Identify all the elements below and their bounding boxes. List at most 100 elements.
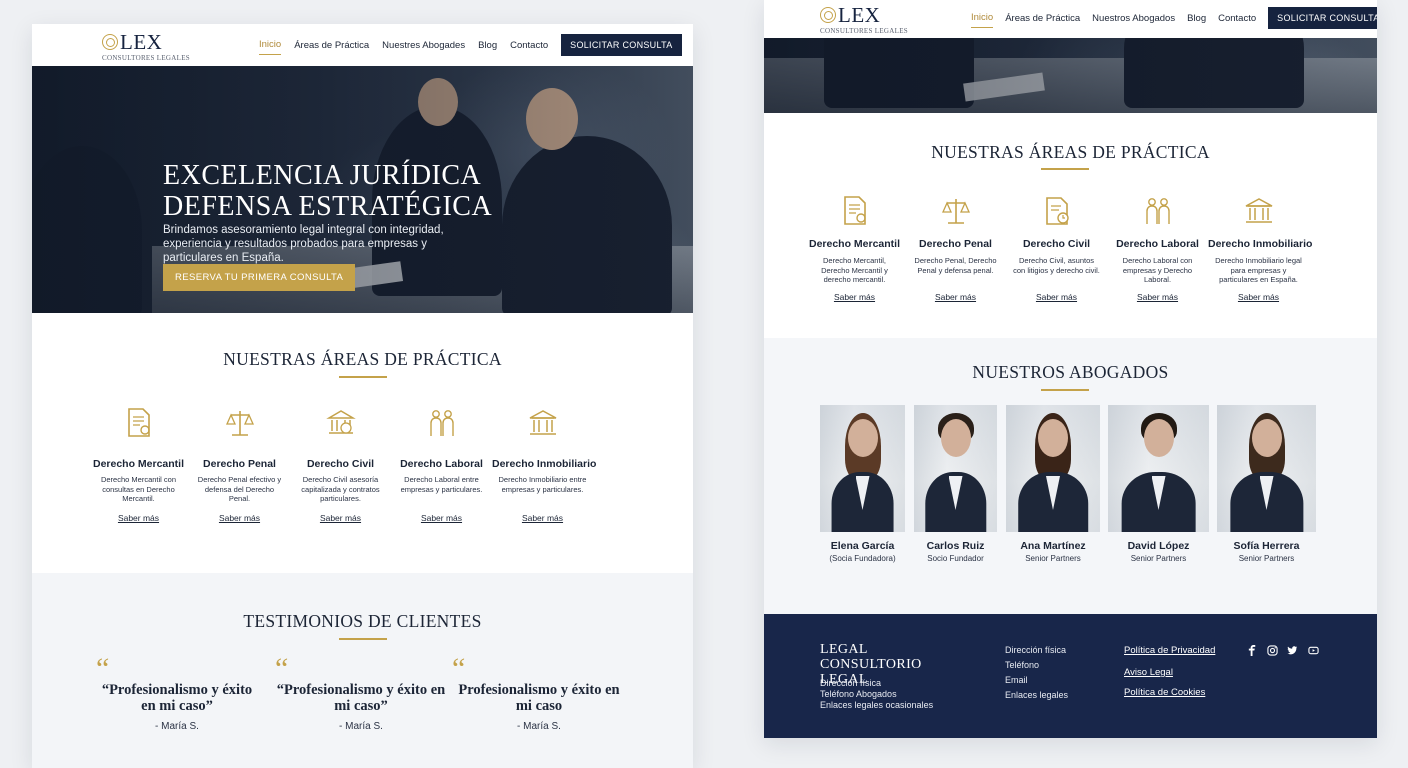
youtube-icon[interactable] — [1308, 645, 1319, 656]
photo-face — [1038, 419, 1068, 457]
logo-tagline: CONSULTORES LEGALES — [820, 27, 908, 35]
learn-more-link[interactable]: Saber más — [88, 513, 189, 523]
lawyer-role: Socio Fundador — [927, 554, 984, 563]
document-seal-icon — [843, 196, 866, 225]
book-consultation-button[interactable]: RESERVA TU PRIMERA CONSULTA — [163, 264, 356, 291]
practice-area-card: Derecho Civil Derecho Civil asesoría cap… — [290, 406, 391, 523]
nav-item-contacto[interactable]: Contacto — [510, 40, 548, 51]
cookie-policy-link[interactable]: Política de Cookies — [1124, 687, 1205, 698]
logo-emblem-icon — [102, 34, 118, 50]
nav-item-abogados[interactable]: Nuestros Abogados — [1092, 13, 1175, 24]
nav-item-areas[interactable]: Áreas de Práctica — [294, 40, 369, 51]
photo-face — [847, 419, 878, 457]
logo-emblem-icon — [820, 7, 836, 23]
footer-contact-phone: Teléfono — [1005, 660, 1040, 670]
learn-more-link[interactable]: Saber más — [1006, 292, 1107, 302]
lawyer-role: Senior Partners — [1025, 554, 1081, 563]
learn-more-link[interactable]: Saber más — [391, 513, 492, 523]
lawyer-name: Carlos Ruiz — [926, 540, 985, 552]
practice-area-card: Derecho Penal Derecho Penal efectivo y d… — [189, 406, 290, 523]
practice-area-description: Derecho Penal, Derecho Penal y defensa p… — [914, 256, 997, 275]
learn-more-link[interactable]: Saber más — [804, 292, 905, 302]
learn-more-link[interactable]: Saber más — [1107, 292, 1208, 302]
practice-area-description: Derecho Inmobiliario legal para empresas… — [1215, 256, 1302, 284]
practice-area-name: Derecho Civil — [1022, 238, 1091, 250]
quote-mark-icon: “ — [96, 652, 110, 685]
practice-area-description: Derecho Laboral entre empresas y particu… — [400, 475, 483, 494]
twitter-icon[interactable] — [1287, 645, 1298, 656]
practice-area-name: Derecho Mercantil — [808, 238, 901, 250]
testimonials-section-title: TESTIMONIOS DE CLIENTES — [243, 611, 482, 631]
testimonial-text: “Profesionalismo y éxito en mi caso” — [276, 682, 446, 714]
site-footer: LEGAL CONSULTORIO LEGAL Dirección física… — [764, 614, 1377, 738]
facebook-icon[interactable] — [1247, 645, 1258, 656]
section-divider — [1041, 389, 1089, 391]
lawyer-name: Sofía Herrera — [1233, 540, 1300, 552]
practice-area-card: Derecho Mercantil Derecho Mercantil, Der… — [804, 194, 905, 302]
learn-more-link[interactable]: Saber más — [189, 513, 290, 523]
hero-overlay — [764, 38, 1377, 113]
nav-item-contacto[interactable]: Contacto — [1218, 13, 1256, 24]
scales-icon — [225, 411, 254, 436]
hero-subtitle: Brindamos asesoramiento legal integral c… — [163, 224, 444, 264]
practice-area-card: Derecho Inmobiliario Derecho Inmobiliari… — [1208, 194, 1312, 302]
practice-area-card: Derecho Mercantil Derecho Mercantil con … — [88, 406, 189, 523]
lawyer-role: Senior Partners — [1238, 554, 1295, 563]
learn-more-link[interactable]: Saber más — [1208, 292, 1309, 302]
practice-area-name: Derecho Laboral — [400, 458, 483, 470]
lawyer-photo[interactable] — [914, 405, 997, 532]
footer-contact-links: Enlaces legales — [1005, 690, 1069, 700]
practice-section-title: NUESTRAS ÁREAS DE PRÁCTICA — [223, 349, 502, 369]
testimonial-text: Profesionalismo y éxito en mi caso — [458, 682, 620, 714]
photo-face — [1143, 419, 1174, 457]
practice-area-name: Derecho Mercantil — [92, 458, 185, 470]
practice-area-description: Derecho Civil asesoría capitalizada y co… — [301, 475, 380, 503]
practice-area-card: Derecho Civil Derecho Civil, asuntos con… — [1006, 194, 1107, 302]
practice-areas-grid: Derecho Mercantil Derecho Mercantil, Der… — [804, 194, 1312, 302]
request-consultation-button[interactable]: SOLICITAR CONSULTA — [1268, 7, 1377, 29]
nav-item-blog[interactable]: Blog — [478, 40, 497, 51]
lawyer-name: Ana Martínez — [1020, 540, 1086, 552]
learn-more-link[interactable]: Saber más — [905, 292, 1006, 302]
lawyer-photo[interactable] — [820, 405, 905, 532]
logo-wordmark: LEX — [838, 3, 881, 27]
site-header: LEX CONSULTORES LEGALES Inicio Áreas de … — [32, 24, 693, 66]
workers-icon — [1145, 198, 1170, 224]
main-nav: Inicio Áreas de Práctica Nuestros Abogad… — [971, 7, 1377, 29]
photo-face — [1251, 419, 1282, 457]
lawyer-role: Senior Partners — [1130, 554, 1187, 563]
lawyer-photo[interactable] — [1006, 405, 1100, 532]
footer-brand-line: Dirección física — [820, 678, 882, 688]
lawyer-name: Elena García — [830, 540, 895, 552]
practice-area-name: Derecho Penal — [919, 238, 992, 250]
practice-section-title: NUESTRAS ÁREAS DE PRÁCTICA — [931, 142, 1210, 162]
practice-area-name: Derecho Civil — [306, 458, 375, 470]
lawyer-photo[interactable] — [1108, 405, 1209, 532]
lawyer-photo[interactable] — [1217, 405, 1316, 532]
logo-wordmark: LEX — [120, 30, 163, 54]
legal-notice-link[interactable]: Aviso Legal — [1124, 667, 1173, 678]
learn-more-link[interactable]: Saber más — [492, 513, 593, 523]
practice-area-card: Derecho Inmobiliario Derecho Inmobiliari… — [492, 406, 596, 523]
practice-area-card: Derecho Laboral Derecho Laboral con empr… — [1107, 194, 1208, 302]
homepage-preview-full: LEX CONSULTORES LEGALES Inicio Áreas de … — [32, 24, 693, 768]
nav-item-areas[interactable]: Áreas de Práctica — [1005, 13, 1080, 24]
hero-title: EXCELENCIA JURÍDICA DEFENSA ESTRATÉGICA — [163, 160, 492, 222]
footer-contact-email: Email — [1005, 675, 1028, 685]
footer-brand-line: Enlaces legales ocasionales — [820, 700, 934, 710]
instagram-icon[interactable] — [1267, 645, 1278, 656]
nav-item-blog[interactable]: Blog — [1187, 13, 1206, 24]
quote-mark-icon: “ — [275, 652, 289, 685]
learn-more-link[interactable]: Saber más — [290, 513, 391, 523]
document-clock-icon — [1045, 197, 1069, 225]
practice-area-description: Derecho Inmobiliario entre empresas y pa… — [498, 475, 587, 494]
practice-area-card: Derecho Penal Derecho Penal, Derecho Pen… — [905, 194, 1006, 302]
practice-area-description: Derecho Mercantil con consultas en Derec… — [100, 475, 177, 503]
lawyers-section-title: NUESTROS ABOGADOS — [972, 362, 1169, 382]
request-consultation-button[interactable]: SOLICITAR CONSULTA — [561, 34, 682, 56]
nav-item-abogados[interactable]: Nuestres Abogades — [382, 40, 465, 51]
nav-item-inicio[interactable]: Inicio — [259, 39, 282, 55]
practice-area-description: Derecho Civil, asuntos con litigios y de… — [1013, 256, 1100, 275]
privacy-policy-link[interactable]: Política de Privacidad — [1124, 645, 1215, 656]
nav-item-inicio[interactable]: Inicio — [971, 12, 994, 28]
